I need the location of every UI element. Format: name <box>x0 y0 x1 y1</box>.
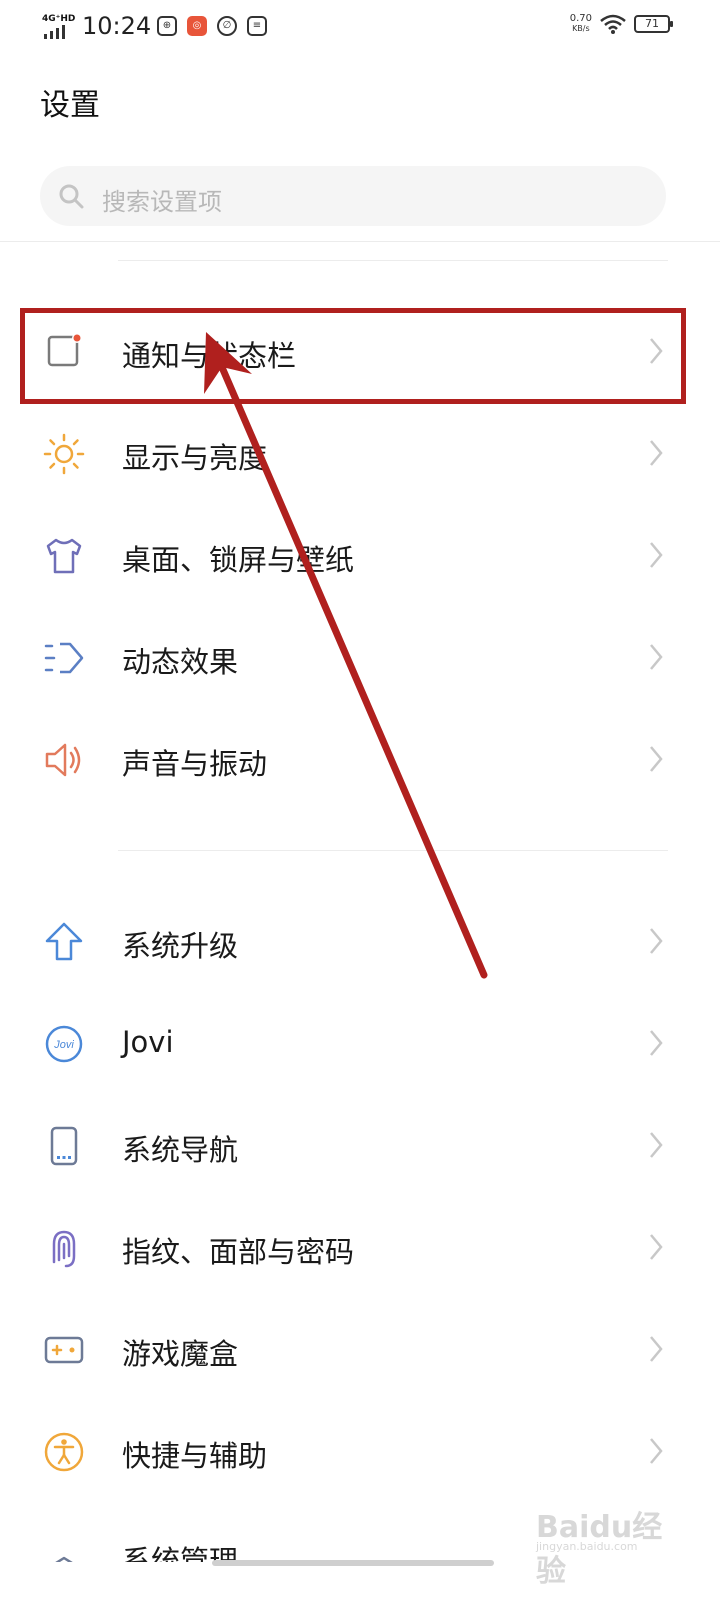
settings-row-sound[interactable]: 声音与振动 <box>0 708 720 810</box>
brightness-icon <box>43 433 85 475</box>
annotation-highlight-box <box>20 308 686 404</box>
chevron-right-icon <box>650 928 663 954</box>
row-label: 游戏魔盒 <box>122 1337 239 1371</box>
fingerprint-icon <box>52 1230 76 1268</box>
network-speed-unit: KB/s <box>572 24 590 33</box>
settings-row-motion[interactable]: 动态效果 <box>0 606 720 708</box>
row-label: 快捷与辅助 <box>122 1439 268 1473</box>
home-indicator[interactable] <box>212 1560 494 1566</box>
settings-row-upgrade[interactable]: 系统升级 <box>0 890 720 992</box>
search-input[interactable]: 搜索设置项 <box>102 182 222 217</box>
search-bar[interactable]: 搜索设置项 <box>40 166 666 226</box>
battery-icon: 71 <box>634 15 673 33</box>
settings-row-gamebox[interactable]: 游戏魔盒 <box>0 1298 720 1400</box>
tshirt-icon <box>46 538 82 574</box>
chevron-right-icon <box>650 1438 663 1464</box>
signal-icon: 4G⁺HD <box>42 14 76 40</box>
settings-row-desktop[interactable]: 桌面、锁屏与壁纸 <box>0 504 720 606</box>
settings-row-fingerprint[interactable]: 指纹、面部与密码 <box>0 1196 720 1298</box>
accessibility-icon <box>44 1432 84 1472</box>
app-notification-icon: ◎ <box>187 16 207 36</box>
row-label: 显示与亮度 <box>122 441 268 475</box>
settings-row-display[interactable]: 显示与亮度 <box>0 402 720 504</box>
watermark-site: jingyan.baidu.com <box>536 1540 638 1553</box>
settings-row-navigation[interactable]: 系统导航 <box>0 1094 720 1196</box>
row-label: Jovi <box>122 1025 174 1059</box>
phone-nav-icon <box>50 1126 78 1166</box>
network-speed-value: 0.70 <box>569 13 592 24</box>
watermark-logo: Baidu经验 jingyan.baidu.com <box>536 1502 686 1589</box>
app-notification-icon: ≡ <box>247 16 267 36</box>
row-label: 系统导航 <box>122 1133 239 1167</box>
chevron-right-icon <box>650 746 663 772</box>
motion-icon <box>44 642 84 674</box>
row-label: 桌面、锁屏与壁纸 <box>122 543 355 577</box>
row-label: 动态效果 <box>122 645 239 679</box>
app-notification-icon: ⊕ <box>157 16 177 36</box>
divider <box>0 241 720 242</box>
settings-row-jovi[interactable]: Jovi Jovi <box>0 992 720 1094</box>
svg-text:Jovi: Jovi <box>53 1039 74 1051</box>
wifi-icon <box>600 14 626 34</box>
chevron-right-icon <box>650 1234 663 1260</box>
network-speed: 0.70 KB/s <box>570 14 592 34</box>
clock: 10:24 <box>82 12 152 40</box>
chevron-right-icon <box>650 1132 663 1158</box>
row-label: 声音与振动 <box>122 747 268 781</box>
battery-level: 71 <box>645 17 659 30</box>
speaker-icon <box>45 743 81 777</box>
upgrade-arrow-icon <box>45 922 83 961</box>
system-manage-icon <box>55 1556 73 1562</box>
chevron-right-icon <box>650 440 663 466</box>
divider <box>118 260 668 261</box>
chevron-right-icon <box>650 644 663 670</box>
gamepad-icon <box>44 1336 84 1364</box>
chevron-right-icon <box>650 542 663 568</box>
page-title: 设置 <box>40 88 100 123</box>
divider <box>118 850 668 851</box>
row-label: 系统升级 <box>122 929 239 963</box>
app-notification-icon: ∅ <box>217 16 237 36</box>
row-label: 系统管理 <box>122 1544 239 1562</box>
chevron-right-icon <box>650 1030 663 1056</box>
status-bar: 4G⁺HD 10:24 ⊕ ◎ ∅ ≡ 0.70 KB/s 71 <box>0 0 720 60</box>
jovi-icon: Jovi <box>45 1025 83 1063</box>
row-label: 指纹、面部与密码 <box>122 1235 355 1269</box>
search-icon <box>59 184 84 209</box>
settings-row-accessibility[interactable]: 快捷与辅助 <box>0 1400 720 1502</box>
chevron-right-icon <box>650 1336 663 1362</box>
